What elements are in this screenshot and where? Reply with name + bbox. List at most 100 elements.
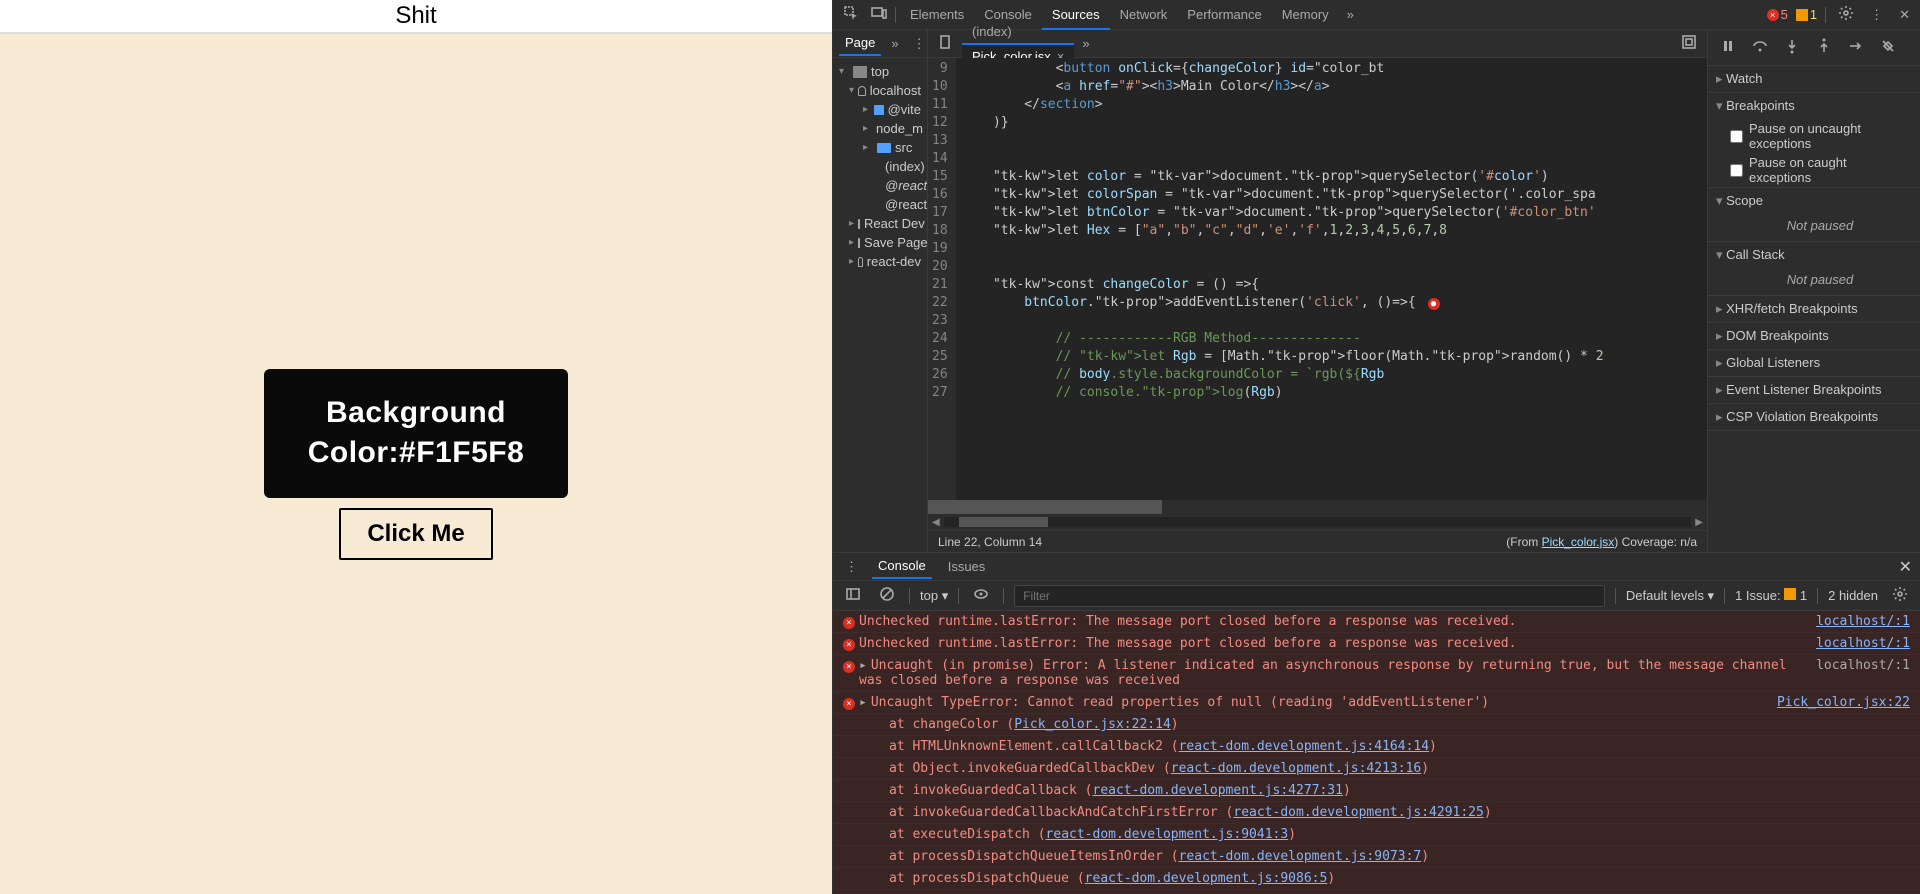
color-display: Background Color:#F1F5F8 bbox=[264, 369, 569, 498]
live-expr-icon[interactable] bbox=[969, 584, 993, 607]
editor-status: Line 22, Column 14 (From Pick_color.jsx)… bbox=[928, 530, 1707, 552]
status-file-link[interactable]: Pick_color.jsx bbox=[1542, 535, 1615, 549]
more-tabs-icon[interactable]: » bbox=[1343, 5, 1358, 24]
close-drawer-icon[interactable]: ✕ bbox=[1899, 557, 1912, 577]
console-log-row[interactable]: ×Unchecked runtime.lastError: The messag… bbox=[833, 611, 1920, 633]
console-stack-row[interactable]: at executeDispatch (react-dom.developmen… bbox=[833, 824, 1920, 846]
tree-reactdev2[interactable]: react-dev bbox=[867, 254, 921, 269]
line-gutter: 9101112131415161718192021222324252627 bbox=[928, 58, 956, 500]
tab-performance[interactable]: Performance bbox=[1177, 1, 1271, 28]
tree-index[interactable]: (index) bbox=[885, 159, 925, 174]
separator bbox=[1003, 588, 1004, 604]
console-stack-row[interactable]: at dispatchEventsForPlugins (react-dom.d… bbox=[833, 890, 1920, 894]
console-stack-row[interactable]: at Object.invokeGuardedCallbackDev (reac… bbox=[833, 758, 1920, 780]
deactivate-bp-icon[interactable] bbox=[1876, 36, 1900, 59]
breakpoints-section[interactable]: Breakpoints bbox=[1708, 93, 1920, 119]
code-editor[interactable]: 9101112131415161718192021222324252627 <b… bbox=[928, 58, 1707, 500]
warning-count[interactable]: 1 bbox=[1796, 7, 1817, 22]
pause-icon[interactable] bbox=[1716, 36, 1740, 59]
separator bbox=[1817, 588, 1818, 604]
sidebar-toggle-icon[interactable] bbox=[841, 584, 865, 607]
console-log-row[interactable]: ×▸Uncaught TypeError: Cannot read proper… bbox=[833, 692, 1920, 714]
clear-console-icon[interactable] bbox=[875, 584, 899, 607]
page-title: Shit bbox=[0, 0, 832, 34]
tree-react2[interactable]: @react bbox=[885, 197, 927, 212]
separator bbox=[958, 588, 959, 604]
rendered-page: Shit Background Color:#F1F5F8 Click Me bbox=[0, 0, 833, 894]
kebab-icon[interactable]: ⋮ bbox=[1866, 5, 1887, 25]
console-stack-row[interactable]: at invokeGuardedCallbackAndCatchFirstErr… bbox=[833, 802, 1920, 824]
step-out-icon[interactable] bbox=[1812, 36, 1836, 59]
snippets-icon[interactable] bbox=[1677, 32, 1701, 55]
click-me-button[interactable]: Click Me bbox=[339, 508, 492, 560]
hidden-count[interactable]: 2 hidden bbox=[1828, 588, 1878, 603]
pause-uncaught-checkbox[interactable]: Pause on uncaught exceptions bbox=[1708, 119, 1920, 153]
evt-section[interactable]: Event Listener Breakpoints bbox=[1708, 377, 1920, 403]
editor-tabs: (index)Pick_color.jsx× » bbox=[928, 30, 1707, 58]
console-drawer: ⋮ Console Issues ✕ top ▾ Default levels … bbox=[833, 552, 1920, 894]
tree-src[interactable]: src bbox=[895, 140, 912, 155]
outer-scrollbar[interactable]: ◀ ▶ bbox=[928, 514, 1707, 530]
issues-indicator[interactable]: 1 Issue: 1 bbox=[1735, 588, 1807, 603]
console-stack-row[interactable]: at changeColor (Pick_color.jsx:22:14) bbox=[833, 714, 1920, 736]
console-log-row[interactable]: ×Unchecked runtime.lastError: The messag… bbox=[833, 633, 1920, 655]
scope-section[interactable]: Scope bbox=[1708, 188, 1920, 214]
page-subtab[interactable]: Page bbox=[839, 31, 881, 56]
tree-top[interactable]: top bbox=[871, 64, 889, 79]
csp-section[interactable]: CSP Violation Breakpoints bbox=[1708, 404, 1920, 430]
xhr-section[interactable]: XHR/fetch Breakpoints bbox=[1708, 296, 1920, 322]
console-stack-row[interactable]: at processDispatchQueueItemsInOrder (rea… bbox=[833, 846, 1920, 868]
tree-node[interactable]: node_m bbox=[876, 121, 923, 136]
console-tabbar: ⋮ Console Issues ✕ bbox=[833, 553, 1920, 581]
debugger-pane: Watch Breakpoints Pause on uncaught exce… bbox=[1707, 30, 1920, 552]
device-toggle-icon[interactable] bbox=[867, 3, 891, 26]
color-heading-l1: Background bbox=[308, 393, 525, 434]
console-stack-row[interactable]: at invokeGuardedCallback (react-dom.deve… bbox=[833, 780, 1920, 802]
more-edtabs-icon[interactable]: » bbox=[1078, 34, 1093, 53]
log-levels-select[interactable]: Default levels ▾ bbox=[1626, 588, 1714, 604]
nav-kebab-icon[interactable]: ⋮ bbox=[909, 34, 930, 54]
editor-tab[interactable]: (index) bbox=[962, 20, 1074, 43]
tree-reactdev[interactable]: React Dev bbox=[864, 216, 925, 231]
console-toolbar: top ▾ Default levels ▾ 1 Issue: 1 2 hidd… bbox=[833, 581, 1920, 611]
tab-network[interactable]: Network bbox=[1110, 1, 1178, 28]
watch-section[interactable]: Watch bbox=[1708, 66, 1920, 92]
tree-localhost[interactable]: localhost bbox=[870, 83, 921, 98]
console-settings-icon[interactable] bbox=[1888, 584, 1912, 607]
coverage-info: (From Pick_color.jsx) Coverage: n/a bbox=[1506, 535, 1697, 549]
step-over-icon[interactable] bbox=[1748, 36, 1772, 59]
inspect-icon[interactable] bbox=[839, 3, 863, 26]
file-tree[interactable]: ▾top ▾localhost ▸@vite ▸node_m ▸src (ind… bbox=[833, 58, 927, 275]
sources-panel: Page » ⋮ ▾top ▾localhost ▸@vite ▸node_m … bbox=[833, 30, 1920, 552]
console-tab[interactable]: Console bbox=[872, 554, 932, 579]
close-devtools-icon[interactable]: ✕ bbox=[1895, 5, 1914, 25]
issues-tab[interactable]: Issues bbox=[942, 555, 992, 578]
file-icon[interactable] bbox=[934, 32, 958, 55]
step-icon[interactable] bbox=[1844, 36, 1868, 59]
console-stack-row[interactable]: at HTMLUnknownElement.callCallback2 (rea… bbox=[833, 736, 1920, 758]
devtools: ElementsConsoleSourcesNetworkPerformance… bbox=[833, 0, 1920, 894]
code-body[interactable]: <button onClick={changeColor} id="color_… bbox=[956, 58, 1610, 500]
error-count[interactable]: ×5 bbox=[1767, 7, 1788, 22]
console-filter-input[interactable] bbox=[1014, 585, 1605, 607]
drawer-kebab-icon[interactable]: ⋮ bbox=[841, 557, 862, 577]
step-into-icon[interactable] bbox=[1780, 36, 1804, 59]
context-selector[interactable]: top ▾ bbox=[920, 588, 948, 604]
pause-caught-checkbox[interactable]: Pause on caught exceptions bbox=[1708, 153, 1920, 187]
dom-section[interactable]: DOM Breakpoints bbox=[1708, 323, 1920, 349]
tab-memory[interactable]: Memory bbox=[1272, 1, 1339, 28]
navigator-pane: Page » ⋮ ▾top ▾localhost ▸@vite ▸node_m … bbox=[833, 30, 928, 552]
console-log-area[interactable]: ×Unchecked runtime.lastError: The messag… bbox=[833, 611, 1920, 894]
console-stack-row[interactable]: at processDispatchQueue (react-dom.devel… bbox=[833, 868, 1920, 890]
global-section[interactable]: Global Listeners bbox=[1708, 350, 1920, 376]
horizontal-scrollbar[interactable] bbox=[928, 500, 1707, 514]
callstack-section[interactable]: Call Stack bbox=[1708, 242, 1920, 268]
tree-vite[interactable]: @vite bbox=[888, 102, 921, 117]
more-subtabs-icon[interactable]: » bbox=[887, 34, 902, 53]
tree-savepage[interactable]: Save Page bbox=[864, 235, 927, 250]
debug-controls bbox=[1708, 30, 1920, 66]
tree-react1[interactable]: @react bbox=[885, 178, 927, 193]
console-log-row[interactable]: ×▸Uncaught (in promise) Error: A listene… bbox=[833, 655, 1920, 692]
settings-icon[interactable] bbox=[1834, 3, 1858, 26]
separator bbox=[909, 588, 910, 604]
